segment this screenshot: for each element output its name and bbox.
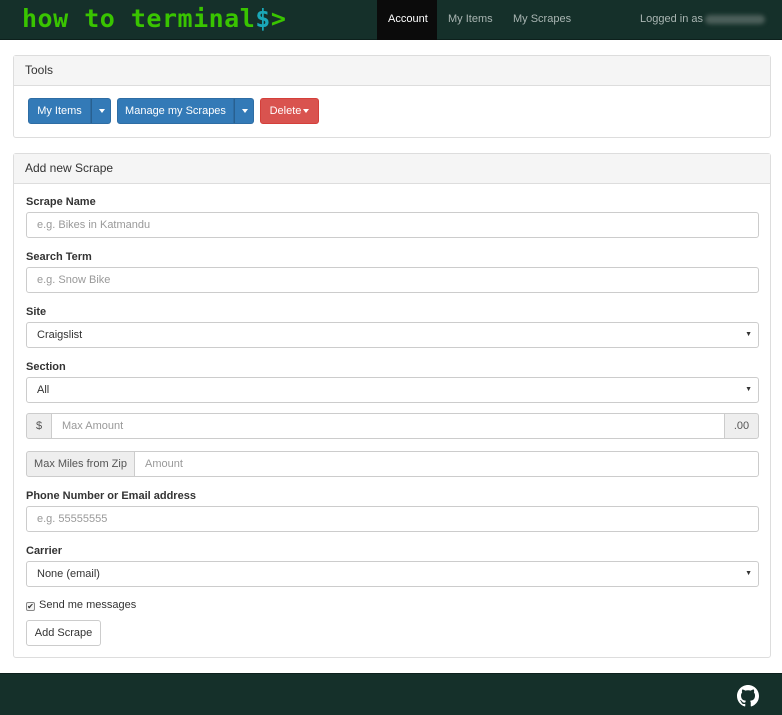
site-label: Site [26,306,47,318]
manage-scrapes-dropdown-toggle[interactable] [234,98,254,124]
footer [0,673,782,715]
nav-item-account[interactable]: Account [377,0,437,40]
tools-panel-title: Tools [14,56,770,86]
search-term-label: Search Term [26,251,92,263]
delete-button-label: Delete [269,105,302,117]
scrape-name-input[interactable]: e.g. Bikes in Katmandu [26,212,759,238]
my-items-dropdown-toggle[interactable] [91,98,111,124]
brand-prompt: > [270,4,287,33]
checkmark-icon: ✔ [27,602,34,611]
caret-down-icon [303,109,310,114]
section-select-value: All [37,384,50,396]
send-messages-label[interactable]: Send me messages [39,599,136,611]
cents-addon: .00 [724,413,759,439]
brand-dollar: $ [255,4,271,33]
max-amount-input[interactable]: Max Amount [51,413,725,439]
add-scrape-panel: Add new Scrape Scrape Name e.g. Bikes in… [13,153,771,658]
select-arrow-icon: ▼ [745,331,752,338]
brand-logo[interactable]: how to terminal$> [22,3,286,35]
top-navbar: how to terminal$> Account My Items My Sc… [0,0,782,40]
section-select[interactable]: All ▼ [26,377,759,403]
contact-input[interactable]: e.g. 55555555 [26,506,759,532]
my-items-button[interactable]: My Items [28,98,91,124]
carrier-select[interactable]: None (email) ▼ [26,561,759,587]
contact-label: Phone Number or Email address [26,490,196,502]
site-select-value: Craigslist [37,329,83,341]
nav-item-my-scrapes[interactable]: My Scrapes [502,0,582,40]
add-scrape-panel-title: Add new Scrape [14,154,770,184]
manage-scrapes-button[interactable]: Manage my Scrapes [117,98,234,124]
add-scrape-button[interactable]: Add Scrape [26,620,101,646]
select-arrow-icon: ▼ [745,386,752,393]
nav-item-my-items[interactable]: My Items [437,0,504,40]
carrier-select-value: None (email) [37,568,100,580]
logged-in-label: Logged in as [640,13,703,25]
carrier-label: Carrier [26,545,63,557]
github-icon[interactable] [737,685,759,707]
currency-addon: $ [26,413,52,439]
search-term-input[interactable]: e.g. Snow Bike [26,267,759,293]
max-miles-input[interactable]: Amount [134,451,759,477]
caret-down-icon [242,109,248,114]
delete-dropdown-button[interactable]: Delete [260,98,319,124]
send-messages-checkbox[interactable]: ✔ [26,602,35,611]
send-messages-row: ✔ Send me messages [26,598,136,612]
tools-panel: Tools My Items Manage my Scrapes Delete [13,55,771,138]
site-select[interactable]: Craigslist ▼ [26,322,759,348]
caret-down-icon [99,109,105,114]
blurred-username [705,14,765,24]
section-label: Section [26,361,66,373]
scrape-name-label: Scrape Name [26,196,96,208]
max-miles-addon: Max Miles from Zip [26,451,135,477]
select-arrow-icon: ▼ [745,570,752,577]
brand-text: how to terminal [22,4,256,33]
logged-in-status: Logged in as [640,0,765,40]
